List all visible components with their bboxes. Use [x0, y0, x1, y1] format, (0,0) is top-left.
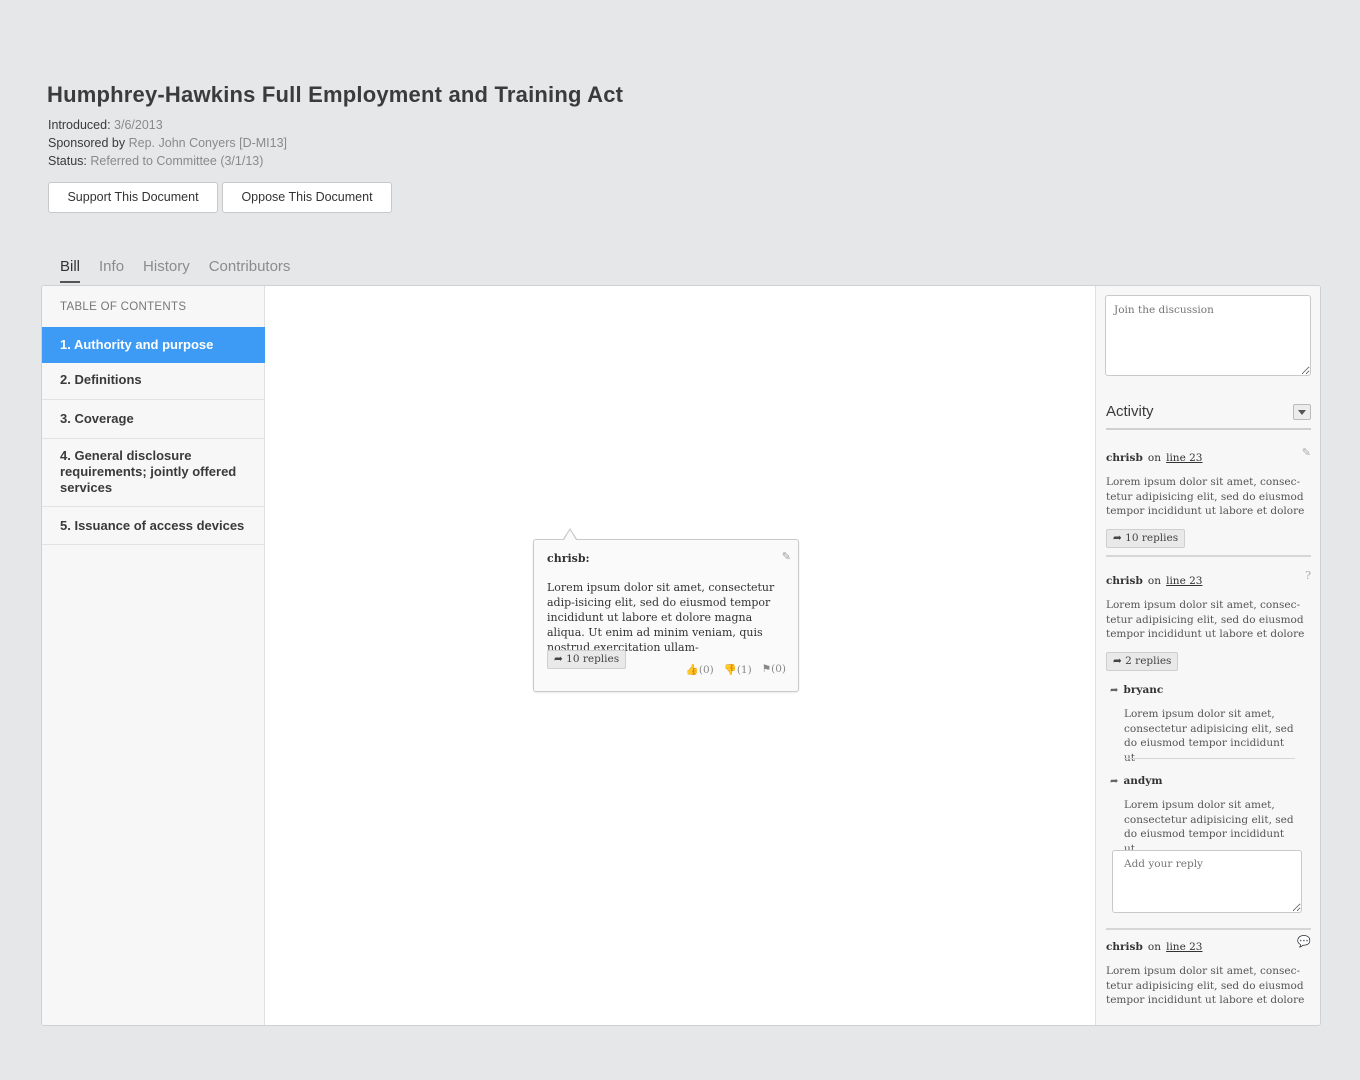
divider [1106, 555, 1311, 557]
table-of-contents: TABLE OF CONTENTS 1. Authority and purpo… [42, 286, 265, 1025]
popup-replies-button[interactable]: ➦ 10 replies [547, 650, 627, 669]
oppose-button[interactable]: Oppose This Document [222, 182, 392, 213]
discussion-sidebar: Activity chrisb on line 23 ✎ Lorem ipsum… [1095, 286, 1320, 1025]
reply-item: ➦ bryanc Lorem ipsum dolor sit amet, con… [1110, 684, 1294, 764]
thumbs-up-icon: 👍 [685, 664, 699, 676]
replies-button[interactable]: ➦ 10 replies [1106, 528, 1186, 548]
reply-arrow-icon: ➦ [554, 653, 563, 665]
line-link[interactable]: line 23 [1166, 575, 1202, 587]
tab-contributors[interactable]: Contributors [209, 258, 291, 283]
thumbs-down-icon: 👎 [723, 664, 737, 676]
tab-history[interactable]: History [143, 258, 190, 283]
edit-icon[interactable]: ✎ [782, 550, 791, 563]
comment-icon[interactable]: 💬 [1297, 935, 1311, 948]
toc-item-disclosure[interactable]: 4. General disclosure requirements; join… [42, 439, 265, 507]
tab-bill[interactable]: Bill [60, 258, 81, 283]
sponsor-meta: Sponsored by Rep. John Conyers [D-MI13] [48, 136, 288, 150]
reply-item: ➦ andym Lorem ipsum dolor sit amet, cons… [1110, 775, 1294, 855]
document-panel: TABLE OF CONTENTS 1. Authority and purpo… [41, 285, 1321, 1026]
page-title: Humphrey-Hawkins Full Employment and Tra… [47, 82, 624, 107]
activity-entry: chrisb on line 23 💬 Lorem ipsum dolor si… [1106, 935, 1311, 1006]
join-discussion-input[interactable] [1105, 295, 1311, 376]
activity-title: Activity [1106, 403, 1154, 420]
activity-dropdown[interactable] [1293, 404, 1311, 420]
edit-icon[interactable]: ✎ [1302, 446, 1311, 459]
reply-arrow-icon: ➦ [1110, 776, 1119, 787]
status-meta: Status: Referred to Committee (3/1/13) [48, 154, 264, 168]
introduced-date: 3/6/2013 [114, 118, 163, 132]
support-button[interactable]: Support This Document [48, 182, 218, 213]
tab-info[interactable]: Info [99, 258, 124, 283]
vote-controls: 👍(0) 👎(1) ⚑(0) [686, 663, 786, 676]
status-value: Referred to Committee (3/1/13) [90, 154, 264, 168]
tab-bar: Bill Info History Contributors [60, 258, 290, 283]
flag-button[interactable]: ⚑(0) [762, 663, 786, 676]
line-link[interactable]: line 23 [1166, 941, 1202, 953]
line-link[interactable]: line 23 [1166, 452, 1202, 464]
activity-header: Activity [1106, 403, 1311, 430]
divider [1106, 928, 1311, 930]
like-button[interactable]: 👍(0) [686, 663, 714, 676]
toc-heading: TABLE OF CONTENTS [60, 301, 187, 313]
activity-entry: chrisb on line 23 ✎ Lorem ipsum dolor si… [1106, 446, 1311, 548]
toc-list: 1. Authority and purpose 2. Definitions … [42, 327, 265, 545]
reply-arrow-icon: ➦ [1113, 531, 1122, 544]
toc-item-coverage[interactable]: 3. Coverage [42, 400, 265, 439]
popup-body: Lorem ipsum dolor sit amet, consectetur … [547, 581, 775, 654]
comment-popup: chrisb: ✎ Lorem ipsum dolor sit amet, co… [533, 528, 799, 692]
activity-entry: chrisb on line 23 ? Lorem ipsum dolor si… [1106, 569, 1311, 671]
toc-item-access-devices[interactable]: 5. Issuance of access devices [42, 507, 265, 545]
sponsor-name: Rep. John Conyers [D-MI13] [128, 136, 288, 150]
reply-arrow-icon: ➦ [1113, 654, 1122, 667]
introduced-meta: Introduced: 3/6/2013 [48, 118, 163, 132]
popup-user: chrisb: [547, 552, 590, 565]
toc-item-authority[interactable]: 1. Authority and purpose [42, 327, 265, 363]
flag-icon: ⚑ [761, 663, 772, 675]
add-reply-input[interactable] [1112, 850, 1302, 913]
help-icon[interactable]: ? [1305, 569, 1311, 582]
replies-button[interactable]: ➦ 2 replies [1106, 651, 1179, 671]
reply-arrow-icon: ➦ [1110, 685, 1119, 696]
toc-item-definitions[interactable]: 2. Definitions [42, 363, 265, 400]
divider [1124, 758, 1295, 759]
dislike-button[interactable]: 👎(1) [724, 663, 752, 676]
